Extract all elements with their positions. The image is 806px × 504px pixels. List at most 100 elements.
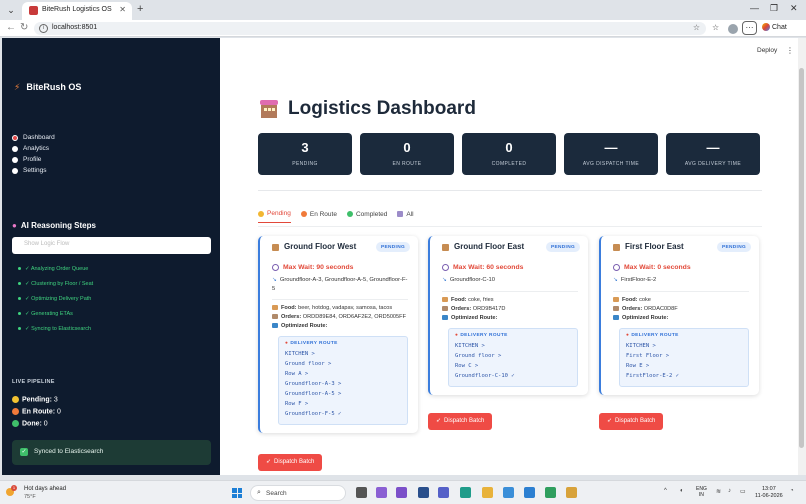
- sheets-icon[interactable]: [545, 487, 556, 498]
- max-wait-text: Max Wait: 0 seconds: [624, 264, 691, 271]
- back-icon[interactable]: ←: [6, 22, 16, 33]
- nav-item-analytics[interactable]: Analytics: [12, 143, 55, 154]
- chrome-profile-icon[interactable]: [566, 487, 577, 498]
- file-explorer-icon[interactable]: [482, 487, 493, 498]
- tab-completed[interactable]: Completed: [346, 210, 387, 223]
- timer-icon: [442, 264, 449, 271]
- orders-icon: [272, 314, 278, 320]
- deploy-button[interactable]: Deploy: [757, 47, 777, 54]
- orders-line: Orders: ORDD89E84, ORD6AF2E2, ORD5005FF: [272, 313, 408, 322]
- notification-badge: 1: [11, 485, 17, 491]
- chat-button[interactable]: Chat: [762, 23, 787, 31]
- nav-item-settings[interactable]: Settings: [12, 165, 55, 176]
- nav-label: Settings: [23, 167, 47, 174]
- battery-icon[interactable]: ▭: [740, 488, 746, 495]
- volume-icon[interactable]: ♪: [728, 488, 731, 494]
- region-text: IN: [698, 492, 704, 498]
- pipeline-title: LIVE PIPELINE: [12, 379, 55, 385]
- main-scrollbar[interactable]: [798, 38, 806, 475]
- max-wait-text: Max Wait: 90 seconds: [283, 264, 354, 271]
- nav-item-dashboard[interactable]: Dashboard: [12, 132, 55, 143]
- copilot-app-icon[interactable]: [376, 487, 387, 498]
- scrollbar-thumb[interactable]: [799, 68, 804, 448]
- rocket-icon: ➶: [607, 418, 613, 424]
- bullet-icon: [18, 327, 21, 331]
- tab-search-chevron-icon[interactable]: ⌄: [4, 4, 18, 16]
- browser-tab[interactable]: BiteRush Logistics OS ✕: [22, 2, 132, 20]
- vscode-icon[interactable]: [524, 487, 535, 498]
- task-view-icon[interactable]: [356, 487, 367, 498]
- wifi-icon[interactable]: ≋: [716, 488, 721, 495]
- map-icon: [613, 314, 619, 320]
- notifications-icon[interactable]: ◔: [790, 488, 794, 494]
- orders-line: Orders: ORDAC0D8F: [613, 305, 749, 314]
- minimize-icon[interactable]: —: [750, 3, 759, 13]
- step-text: ✓ Analyzing Order Queue: [25, 266, 89, 272]
- nav-item-profile[interactable]: Profile: [12, 154, 55, 165]
- dispatch-batch-button-first-floor[interactable]: ➶ Dispatch Batch: [599, 413, 664, 430]
- edge-icon[interactable]: [460, 487, 471, 498]
- logic-flow-placeholder: Show Logic Flow: [24, 241, 70, 247]
- tab-all[interactable]: All: [397, 210, 414, 223]
- url-field[interactable]: i localhost:8501 ☆: [34, 22, 706, 35]
- tab-pending[interactable]: Pending: [258, 210, 291, 223]
- restore-icon[interactable]: ❐: [770, 3, 778, 14]
- tray-app-icon[interactable]: ◐: [680, 488, 684, 494]
- site-info-icon[interactable]: i: [39, 24, 48, 33]
- windows-start-icon[interactable]: [232, 488, 242, 498]
- tab-label: En Route: [309, 210, 337, 218]
- kpi-label: EN ROUTE: [392, 161, 422, 167]
- lightning-icon: ⚡: [14, 82, 21, 92]
- clock[interactable]: 13:07 11-06-2026: [755, 486, 783, 500]
- card-divider: [272, 299, 408, 300]
- close-window-icon[interactable]: ✕: [790, 3, 798, 14]
- bookmarks-icon[interactable]: ☆: [712, 23, 719, 32]
- package-icon: [613, 244, 620, 251]
- completed-dot-icon: [346, 211, 353, 217]
- vs-icon[interactable]: [396, 487, 407, 498]
- batch-card-ground-floor-west: Ground Floor West PENDING Max Wait: 90 se…: [258, 236, 418, 433]
- status-badge: PENDING: [717, 242, 751, 252]
- new-tab-icon[interactable]: +: [137, 3, 143, 15]
- logic-flow-expander[interactable]: Show Logic Flow: [12, 237, 211, 254]
- language-indicator[interactable]: ENG IN: [696, 486, 707, 498]
- tray-overflow-icon[interactable]: ^: [664, 488, 667, 494]
- divider: [258, 190, 762, 191]
- store-icon[interactable]: [418, 487, 429, 498]
- step-text: ✓ Clustering by Floor / Seat: [25, 281, 94, 287]
- teams-icon[interactable]: [438, 487, 449, 498]
- reasoning-title: ● AI Reasoning Steps: [12, 221, 96, 230]
- more-menu-icon[interactable]: ···: [742, 21, 757, 35]
- app-menu-icon[interactable]: ⋮: [786, 46, 794, 55]
- dispatch-batch-button-east[interactable]: ➶ Dispatch Batch: [428, 413, 493, 430]
- reasoning-step: ✓ Optimizing Delivery Path: [18, 295, 93, 310]
- taskbar-search[interactable]: ⌕ Search: [250, 485, 346, 501]
- tab-en-route[interactable]: En Route: [300, 210, 337, 223]
- orders-line: Orders: ORD9B417D: [442, 305, 578, 314]
- batch-name: First Floor East: [625, 242, 684, 251]
- reload-icon[interactable]: ↻: [20, 22, 28, 33]
- kpi-en-route: 0 EN ROUTE: [360, 133, 454, 175]
- orders-text: ORDAC0D8F: [643, 305, 678, 312]
- pin-icon: ●: [455, 332, 459, 338]
- route-title-text: DELIVERY ROUTE: [290, 341, 338, 346]
- dispatch-label: Dispatch Batch: [444, 418, 485, 424]
- kpi-label: AVG DELIVERY TIME: [684, 161, 742, 167]
- status-tabs: Pending En Route Completed All: [258, 210, 414, 223]
- location-pin-icon: ↘: [442, 277, 447, 283]
- bookmark-star-icon[interactable]: ☆: [693, 23, 700, 32]
- dispatch-label: Dispatch Batch: [615, 418, 656, 424]
- kpi-value: 0: [505, 140, 513, 155]
- profile-avatar[interactable]: [728, 24, 738, 34]
- tab-close-icon[interactable]: ✕: [119, 5, 126, 14]
- dispatch-batch-button-west[interactable]: ➶ Dispatch Batch: [258, 454, 323, 471]
- route-label-line: Optimized Route:: [613, 314, 749, 323]
- brain-icon: ●: [12, 221, 17, 230]
- kpi-value: 0: [403, 140, 411, 155]
- chrome-icon[interactable]: [503, 487, 514, 498]
- radio-icon: [12, 167, 18, 174]
- route-step: First Floor >: [626, 352, 670, 359]
- kpi-label: PENDING: [292, 161, 318, 167]
- route-step: Groundfloor-C-10 ✓: [455, 372, 515, 379]
- package-icon: [272, 244, 279, 251]
